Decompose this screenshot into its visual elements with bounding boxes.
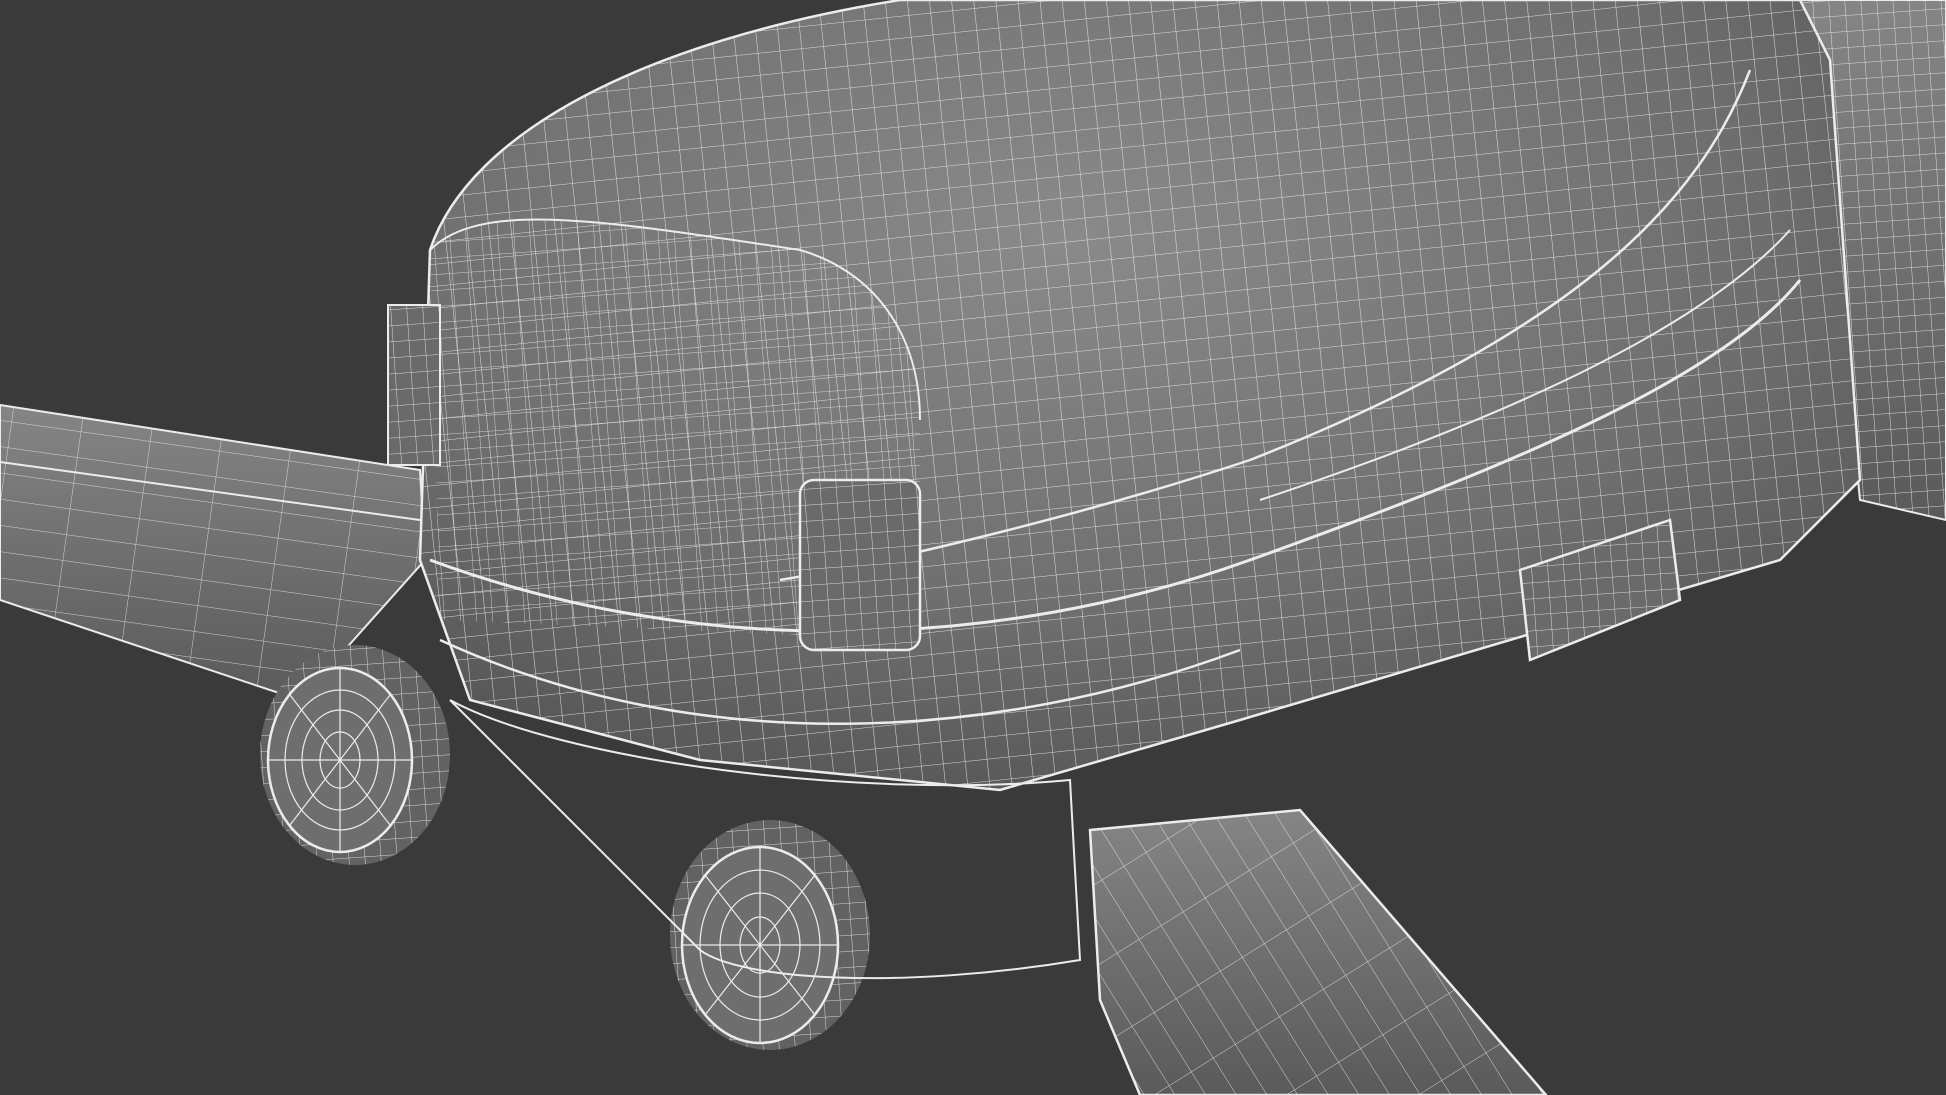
drone-body — [418, 0, 1862, 792]
left-camera-lens — [260, 645, 450, 865]
wireframe-viewport — [0, 0, 1946, 1095]
front-sensor-block — [798, 478, 922, 652]
right-camera-lens — [670, 820, 870, 1050]
front-right-arm — [1088, 808, 1548, 1095]
drone-wireframe-render — [0, 0, 1946, 1095]
left-sensor-tab — [387, 304, 441, 466]
